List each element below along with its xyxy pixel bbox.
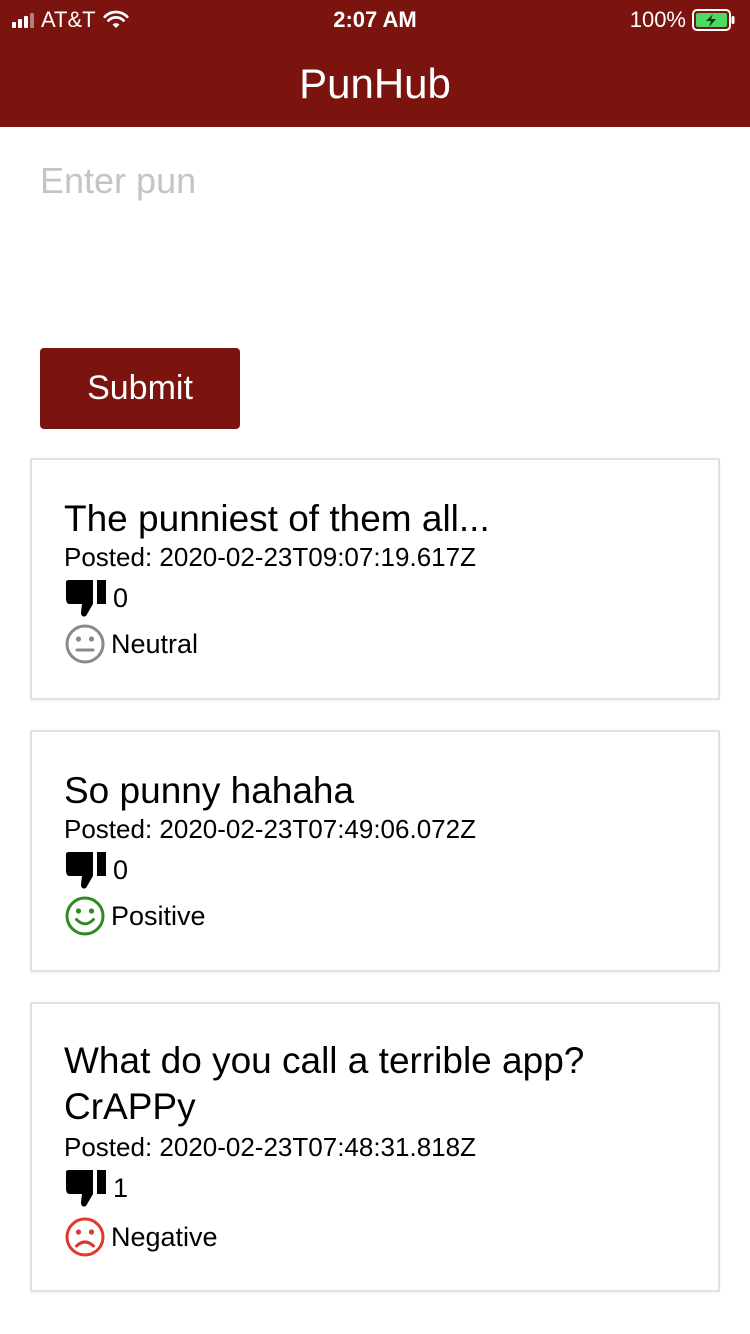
pun-sentiment: Negative (64, 1216, 218, 1258)
sentiment-label: Positive (111, 900, 206, 931)
pun-text: So punny hahaha (64, 770, 355, 811)
thumbs-down-icon[interactable] (64, 1168, 112, 1208)
vote-count: 0 (113, 582, 129, 613)
pun-card: What do you call a terrible app? CrAPPy … (30, 1002, 720, 1292)
sentiment-label: Neutral (111, 628, 199, 659)
vote-count: 0 (113, 854, 129, 885)
smile-face-icon (65, 896, 105, 936)
pun-posted-timestamp: Posted: 2020-02-23T07:49:06.072Z (64, 814, 476, 844)
thumbs-down-icon[interactable] (64, 578, 112, 618)
pun-card: So punny hahaha Posted: 2020-02-23T07:49… (30, 730, 720, 972)
battery-charging-icon (692, 9, 735, 31)
pun-votes: 0 (64, 578, 128, 618)
pun-card: The punniest of them all... Posted: 2020… (30, 458, 720, 700)
pun-sentiment: Neutral (64, 623, 198, 665)
pun-posted-timestamp: Posted: 2020-02-23T07:48:31.818Z (64, 1132, 476, 1162)
submit-button[interactable]: Submit (40, 348, 240, 429)
vote-count: 1 (113, 1172, 129, 1203)
pun-votes: 0 (64, 850, 128, 890)
app-header: AT&T 2:07 AM 100% PunHub (0, 0, 750, 127)
battery-percent: 100% (629, 7, 686, 32)
pun-sentiment: Positive (64, 895, 206, 937)
sentiment-label: Negative (111, 1221, 218, 1252)
pun-text: The punniest of them all... (64, 498, 490, 539)
status-bar: AT&T 2:07 AM 100% (0, 0, 750, 40)
page-title: PunHub (299, 60, 451, 107)
pun-text: What do you call a terrible app? CrAPPy (64, 1040, 585, 1127)
status-right: 100% (630, 7, 736, 33)
thumbs-down-icon[interactable] (64, 850, 112, 890)
frown-face-icon (65, 1217, 105, 1257)
pun-input[interactable] (40, 160, 710, 330)
pun-posted-timestamp: Posted: 2020-02-23T09:07:19.617Z (64, 542, 476, 572)
pun-votes: 1 (64, 1168, 128, 1208)
neutral-face-icon (65, 624, 105, 664)
